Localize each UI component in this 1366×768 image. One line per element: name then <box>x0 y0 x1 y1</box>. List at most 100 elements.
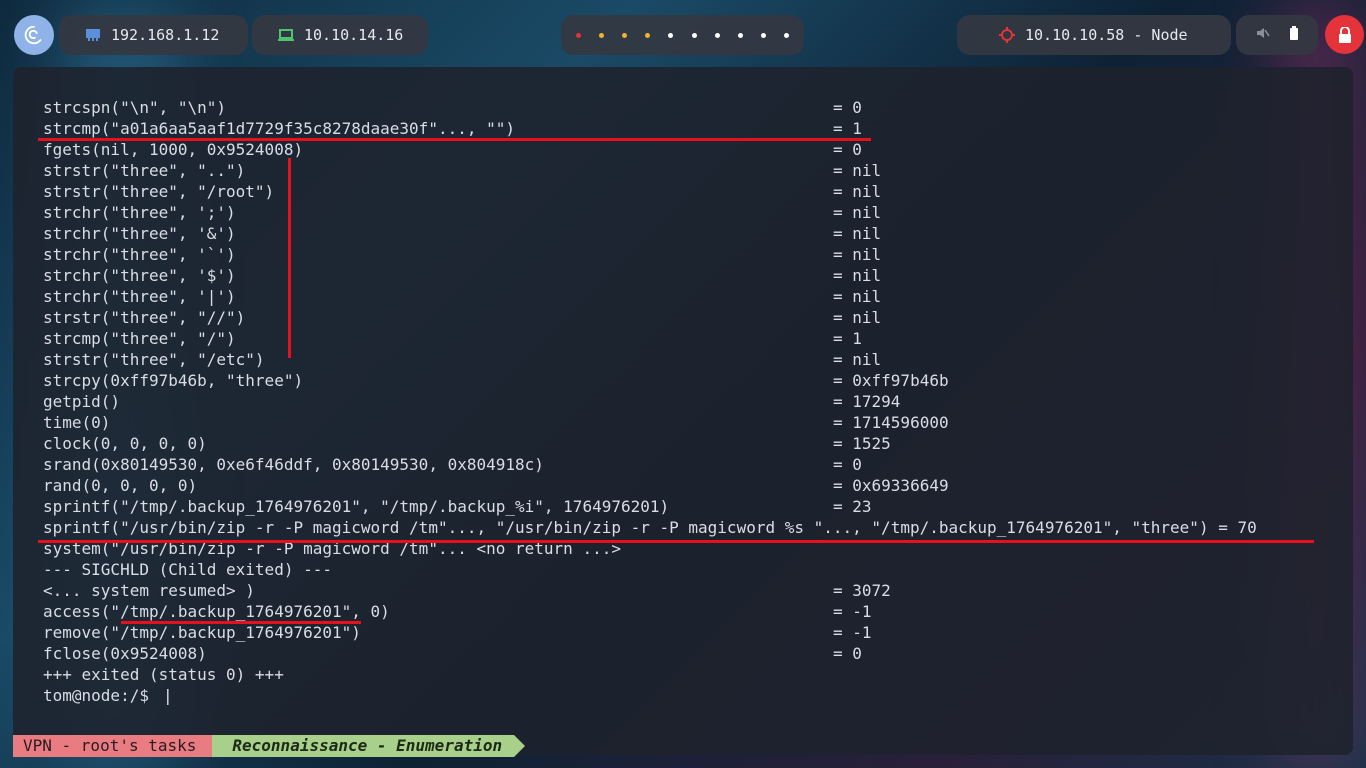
terminal-call: tom@node:/$ <box>43 686 159 705</box>
menu-button[interactable] <box>14 15 54 55</box>
terminal-call: remove("/tmp/.backup_1764976201") <box>43 623 361 642</box>
workspace-dot[interactable] <box>737 32 743 38</box>
terminal-line: strchr("three", ';') = nil <box>43 202 1343 223</box>
lock-button[interactable] <box>1325 15 1364 54</box>
terminal-return: = nil <box>833 266 882 285</box>
terminal-line: <... system resumed> ) = 3072 <box>43 580 1343 601</box>
terminal-return: = -1 <box>833 602 872 621</box>
workspace-dot[interactable] <box>783 32 789 38</box>
terminal-line: sprintf("/usr/bin/zip -r -P magicword /t… <box>43 517 1343 538</box>
terminal-line: strcmp("a01a6aa5aaf1d7729f35c8278daae30f… <box>43 118 1343 139</box>
terminal-line: strchr("three", '$') = nil <box>43 265 1343 286</box>
terminal-call: rand(0, 0, 0, 0) <box>43 476 198 495</box>
terminal-return: = nil <box>833 245 882 264</box>
workspace-dot[interactable] <box>622 32 628 38</box>
terminal-line: strchr("three", '`') = nil <box>43 244 1343 265</box>
terminal-call: srand(0x80149530, 0xe6f46ddf, 0x80149530… <box>43 455 544 474</box>
terminal-window[interactable]: strcspn("\n", "\n") = 0 strcmp("a01a6aa5aa… <box>13 67 1353 755</box>
top-bar: 192.168.1.12 10.10.14.16 10.10.10.58 - N… <box>0 0 1366 70</box>
terminal-call: strchr("three", '&') <box>43 224 236 243</box>
annotation-underline-strcmp <box>38 138 871 141</box>
workspace-dot[interactable] <box>576 32 582 38</box>
terminal-return: = nil <box>833 224 882 243</box>
system-tray <box>1236 15 1318 55</box>
workspace-dot[interactable] <box>760 32 766 38</box>
terminal-return: = 23 <box>833 497 872 516</box>
terminal-call: strchr("three", '|') <box>43 287 236 306</box>
terminal-return: = 1 <box>833 119 862 138</box>
terminal-line: strchr("three", '&') = nil <box>43 223 1343 244</box>
terminal-line: strstr("three", "/root") = nil <box>43 181 1343 202</box>
terminal-line: access("/tmp/.backup_1764976201", 0) = -1 <box>43 601 1343 622</box>
terminal-line: fclose(0x9524008) = 0 <box>43 643 1343 664</box>
status-segment-vpn: VPN - root's tasks <box>13 735 224 757</box>
terminal-call: sprintf("/usr/bin/zip -r -P magicword /t… <box>43 518 1257 537</box>
workspace-dot[interactable] <box>668 32 674 38</box>
network-icon <box>85 28 101 42</box>
terminal-line: strcmp("three", "/") = 1 <box>43 328 1343 349</box>
terminal-line: tom@node:/$ | <box>43 685 1343 706</box>
laptop-icon <box>278 29 294 41</box>
terminal-line: time(0) = 1714596000 <box>43 412 1343 433</box>
local-ip-text: 192.168.1.12 <box>111 26 220 44</box>
debian-logo-icon <box>24 25 42 45</box>
annotation-underline-backup-path <box>121 621 361 624</box>
terminal-call: getpid() <box>43 392 121 411</box>
terminal-call: strstr("three", "..") <box>43 161 246 180</box>
mute-icon[interactable] <box>1256 26 1270 44</box>
terminal-line: --- SIGCHLD (Child exited) --- <box>43 559 1343 580</box>
terminal-call: strchr("three", ';') <box>43 203 236 222</box>
terminal-return: = 0 <box>833 98 862 117</box>
terminal-line: strcspn("\n", "\n") = 0 <box>43 97 1343 118</box>
terminal-return: = 0 <box>833 140 862 159</box>
annotation-underline-sprintf <box>38 540 1314 543</box>
terminal-return: = 1 <box>833 329 862 348</box>
terminal-call: fgets(nil, 1000, 0x9524008) <box>43 140 304 159</box>
terminal-return: = 1714596000 <box>833 413 949 432</box>
terminal-line: strchr("three", '|') = nil <box>43 286 1343 307</box>
target-widget[interactable]: 10.10.10.58 - Node <box>957 15 1231 55</box>
status-bar: VPN - root's tasks Reconnaissance - Enum… <box>13 735 525 757</box>
terminal-line: strstr("three", "/etc") = nil <box>43 349 1343 370</box>
terminal-cursor[interactable]: | <box>163 685 173 706</box>
terminal-call: strcspn("\n", "\n") <box>43 98 227 117</box>
terminal-return: = 1525 <box>833 434 891 453</box>
terminal-line: remove("/tmp/.backup_1764976201") = -1 <box>43 622 1343 643</box>
terminal-return: = 17294 <box>833 392 901 411</box>
terminal-line: getpid() = 17294 <box>43 391 1343 412</box>
workspace-dot[interactable] <box>645 32 651 38</box>
terminal-line: sprintf("/tmp/.backup_1764976201", "/tmp… <box>43 496 1343 517</box>
terminal-call: <... system resumed> ) <box>43 581 255 600</box>
lock-icon <box>1338 26 1351 43</box>
target-icon <box>999 27 1015 43</box>
terminal-return: = nil <box>833 308 882 327</box>
local-ip-widget[interactable]: 192.168.1.12 <box>59 15 248 55</box>
terminal-call: access("/tmp/.backup_1764976201", 0) <box>43 602 390 621</box>
terminal-call: strcmp("three", "/") <box>43 329 236 348</box>
workspace-indicator[interactable] <box>561 15 804 55</box>
terminal-call: sprintf("/tmp/.backup_1764976201", "/tmp… <box>43 497 670 516</box>
workspace-dot[interactable] <box>599 32 605 38</box>
terminal-return: = 0x69336649 <box>833 476 949 495</box>
vpn-ip-widget[interactable]: 10.10.14.16 <box>252 15 428 55</box>
terminal-line: rand(0, 0, 0, 0) = 0x69336649 <box>43 475 1343 496</box>
workspace-dot[interactable] <box>714 32 720 38</box>
terminal-return: = nil <box>833 182 882 201</box>
terminal-call: time(0) <box>43 413 111 432</box>
terminal-output: strcspn("\n", "\n") = 0 strcmp("a01a6aa5aa… <box>43 97 1343 706</box>
terminal-line: clock(0, 0, 0, 0) = 1525 <box>43 433 1343 454</box>
annotation-bracket-checks <box>288 158 291 358</box>
terminal-call: strchr("three", '`') <box>43 245 236 264</box>
terminal-line: strstr("three", "..") = nil <box>43 160 1343 181</box>
vpn-ip-text: 10.10.14.16 <box>304 26 404 44</box>
workspace-dot[interactable] <box>691 32 697 38</box>
terminal-line: fgets(nil, 1000, 0x9524008) = 0 <box>43 139 1343 160</box>
terminal-call: strstr("three", "/etc") <box>43 350 265 369</box>
terminal-call: +++ exited (status 0) +++ <box>43 665 284 684</box>
terminal-return: = nil <box>833 161 882 180</box>
terminal-return: = nil <box>833 203 882 222</box>
terminal-call: strstr("three", "//") <box>43 308 246 327</box>
battery-icon[interactable] <box>1289 26 1299 44</box>
terminal-line: +++ exited (status 0) +++ <box>43 664 1343 685</box>
terminal-call: --- SIGCHLD (Child exited) --- <box>43 560 332 579</box>
